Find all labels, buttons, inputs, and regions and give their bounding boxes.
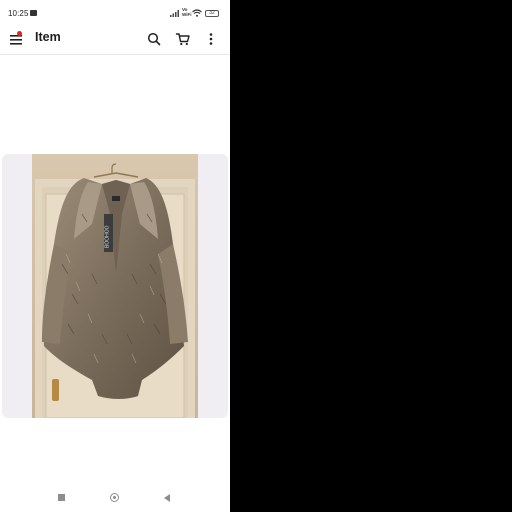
status-bar: 10:25 Vo WiFi 32 — [0, 0, 230, 26]
volte-icon: Vo WiFi — [182, 7, 192, 17]
item-photo[interactable]: BOOHOO — [32, 154, 198, 418]
search-icon[interactable] — [146, 31, 162, 47]
notification-dot — [17, 31, 22, 36]
nav-recents-icon[interactable] — [58, 494, 65, 501]
nav-home-icon[interactable] — [110, 493, 119, 502]
wifi-icon — [192, 9, 202, 17]
battery-icon: 32 — [205, 10, 219, 17]
item-photo-card[interactable]: BOOHOO — [2, 154, 228, 418]
app-bar: Item — [0, 26, 230, 55]
app-screen: 10:25 Vo WiFi 32 Item BOOHOO — [0, 0, 230, 512]
page-title: Item — [35, 30, 61, 44]
cart-icon[interactable] — [175, 31, 191, 47]
signal-icon — [170, 10, 179, 17]
photo-tag-text: BOOHOO — [105, 225, 111, 248]
sim-icon — [30, 10, 37, 16]
status-time: 10:25 — [8, 9, 29, 18]
nav-back-icon[interactable] — [164, 494, 170, 502]
more-icon[interactable] — [203, 31, 219, 47]
